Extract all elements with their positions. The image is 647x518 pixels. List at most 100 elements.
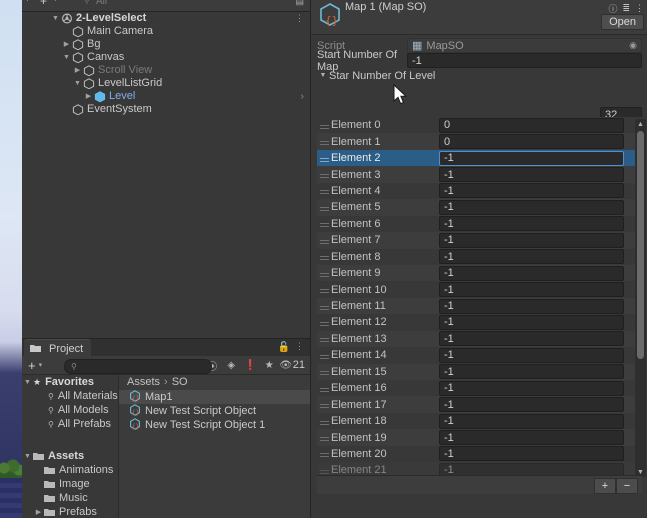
array-header-row[interactable]: ▼ Star Number Of Level bbox=[311, 68, 647, 83]
hierarchy-item-eventsystem[interactable]: EventSystem bbox=[22, 103, 310, 116]
array-element-field[interactable]: -1 bbox=[439, 397, 624, 413]
drag-handle-icon[interactable] bbox=[317, 404, 331, 406]
array-element-row[interactable]: Element 12 -1 bbox=[317, 314, 642, 331]
hierarchy-item-level[interactable]: ▶ Level › bbox=[22, 90, 310, 103]
favorite-star-icon[interactable]: ★ bbox=[260, 356, 279, 374]
array-element-row[interactable]: Element 16 -1 bbox=[317, 380, 642, 397]
open-button[interactable]: Open bbox=[601, 14, 644, 30]
array-element-row[interactable]: Element 15 -1 bbox=[317, 363, 642, 380]
array-element-row[interactable]: Element 1 0 bbox=[317, 133, 642, 150]
array-element-row[interactable]: Element 20 -1 bbox=[317, 445, 642, 463]
object-picker-icon[interactable]: ◉ bbox=[629, 40, 637, 51]
chevron-right-icon[interactable]: ▶ bbox=[83, 90, 94, 103]
array-element-field[interactable]: -1 bbox=[439, 364, 624, 380]
drag-handle-icon[interactable] bbox=[317, 206, 331, 208]
drag-handle-icon[interactable] bbox=[317, 223, 331, 225]
chevron-right-icon[interactable]: ▶ bbox=[61, 38, 72, 51]
hierarchy-item-scroll-view[interactable]: ▶ Scroll View bbox=[22, 64, 310, 77]
breadcrumb-item-so[interactable]: SO bbox=[172, 376, 188, 388]
array-element-field[interactable]: 0 bbox=[439, 117, 624, 133]
warning-icon[interactable]: ❗ bbox=[241, 356, 260, 374]
project-search-input[interactable]: ⚲ bbox=[64, 359, 212, 374]
drag-handle-icon[interactable] bbox=[317, 354, 331, 356]
kebab-menu-icon[interactable]: ⋮ bbox=[295, 342, 304, 351]
array-element-field[interactable]: -1 bbox=[439, 298, 624, 314]
array-element-row[interactable]: Element 3 -1 bbox=[317, 166, 642, 183]
drag-handle-icon[interactable] bbox=[317, 371, 331, 373]
project-asset-list[interactable]: Assets › SO {} Map1 {} New Test Script Object… bbox=[118, 375, 311, 518]
drag-handle-icon[interactable] bbox=[317, 338, 331, 340]
array-element-field[interactable]: 0 bbox=[439, 134, 624, 150]
array-element-list[interactable]: Element 0 0 Element 1 0 Element 2 -1 Element 3… bbox=[317, 117, 642, 481]
drag-handle-icon[interactable] bbox=[317, 256, 331, 258]
chevron-down-icon[interactable]: ▼ bbox=[61, 51, 72, 64]
folder-prefabs[interactable]: ▶ Prefabs bbox=[22, 505, 118, 518]
drag-handle-icon[interactable] bbox=[317, 453, 331, 455]
chevron-down-icon[interactable]: ▼ bbox=[311, 72, 329, 79]
create-asset-button[interactable]: + bbox=[28, 359, 36, 372]
project-folder-tree[interactable]: ▼ ★ Favorites ⚲ All Materials ⚲ All Models ⚲ All… bbox=[22, 375, 118, 518]
drag-handle-icon[interactable] bbox=[317, 289, 331, 291]
tab-project[interactable]: Project bbox=[24, 339, 92, 357]
chevron-right-icon[interactable]: ▶ bbox=[72, 64, 83, 77]
hierarchy-item-canvas[interactable]: ▼ Canvas bbox=[22, 51, 310, 64]
array-element-field[interactable]: -1 bbox=[439, 413, 624, 429]
breadcrumb-item-assets[interactable]: Assets bbox=[127, 376, 160, 388]
hierarchy-item-main-camera[interactable]: Main Camera bbox=[22, 25, 310, 38]
array-element-field[interactable]: -1 bbox=[439, 167, 624, 183]
drag-handle-icon[interactable] bbox=[317, 239, 331, 241]
array-element-field[interactable]: -1 bbox=[439, 249, 624, 265]
chevron-down-icon[interactable]: ▼ bbox=[22, 453, 33, 460]
drag-handle-icon[interactable] bbox=[317, 174, 331, 176]
array-element-row[interactable]: Element 9 -1 bbox=[317, 264, 642, 282]
array-element-field[interactable]: -1 bbox=[439, 347, 624, 363]
array-element-field[interactable]: -1 bbox=[439, 232, 624, 248]
array-element-row[interactable]: Element 0 0 bbox=[317, 117, 642, 134]
kebab-menu-icon[interactable]: ⋮ bbox=[295, 14, 304, 23]
array-element-field[interactable]: -1 bbox=[439, 183, 624, 199]
kebab-menu-icon[interactable]: ⋮ bbox=[635, 3, 644, 14]
remove-element-button[interactable]: − bbox=[616, 478, 638, 494]
chevron-right-icon[interactable]: › bbox=[301, 90, 304, 103]
hierarchy-item-levellistgrid[interactable]: ▼ LevelListGrid bbox=[22, 77, 310, 90]
array-element-row[interactable]: Element 13 -1 bbox=[317, 330, 642, 348]
drag-handle-icon[interactable] bbox=[317, 321, 331, 323]
hierarchy-search-input[interactable]: All bbox=[96, 0, 107, 7]
array-element-field[interactable]: -1 bbox=[439, 331, 624, 347]
favorite-all-materials[interactable]: ⚲ All Materials bbox=[22, 389, 118, 403]
folder-image[interactable]: Image bbox=[22, 477, 118, 491]
array-element-row[interactable]: Element 14 -1 bbox=[317, 347, 642, 364]
hierarchy-item-2-levelselect[interactable]: ▼ 2-LevelSelect ⋮ bbox=[22, 12, 310, 25]
asset-item[interactable]: {} New Test Script Object bbox=[119, 403, 311, 418]
scroll-up-icon[interactable]: ▲ bbox=[635, 119, 646, 129]
array-element-row[interactable]: Element 7 -1 bbox=[317, 232, 642, 249]
array-element-field[interactable]: -1 bbox=[439, 216, 624, 232]
create-asset-caret-icon[interactable]: ▾ bbox=[39, 361, 43, 369]
array-element-field[interactable]: -1 bbox=[439, 150, 624, 166]
array-element-row[interactable]: Element 2 -1 bbox=[317, 149, 642, 167]
drag-handle-icon[interactable] bbox=[317, 272, 331, 274]
array-element-row[interactable]: Element 6 -1 bbox=[317, 215, 642, 233]
assets-tree-header[interactable]: ▼ Assets bbox=[22, 449, 118, 463]
array-element-row[interactable]: Element 5 -1 bbox=[317, 199, 642, 216]
scene-view-sliver[interactable] bbox=[0, 0, 22, 518]
drag-handle-icon[interactable] bbox=[317, 305, 331, 307]
drag-handle-icon[interactable] bbox=[317, 420, 331, 422]
preset-icon[interactable]: ≣ bbox=[622, 3, 630, 14]
folder-animations[interactable]: Animations bbox=[22, 463, 118, 477]
array-element-row[interactable]: Element 4 -1 bbox=[317, 182, 642, 200]
drag-handle-icon[interactable] bbox=[317, 469, 331, 471]
drag-handle-icon[interactable] bbox=[317, 141, 331, 143]
add-object-caret-icon[interactable]: ▼ bbox=[52, 0, 59, 3]
label-icon[interactable]: ◈ bbox=[222, 356, 241, 374]
array-element-field[interactable]: -1 bbox=[439, 314, 624, 330]
array-element-row[interactable]: Element 19 -1 bbox=[317, 429, 642, 446]
chevron-down-icon[interactable]: ▼ bbox=[72, 77, 83, 90]
lock-open-icon[interactable]: 🔓 bbox=[278, 342, 290, 353]
array-element-row[interactable]: Element 11 -1 bbox=[317, 297, 642, 315]
array-element-row[interactable]: Element 10 -1 bbox=[317, 281, 642, 298]
drag-handle-icon[interactable] bbox=[317, 124, 331, 126]
array-list-scrollbar[interactable]: ▲ ▼ bbox=[635, 119, 646, 477]
drag-handle-icon[interactable] bbox=[317, 387, 331, 389]
chevron-down-icon[interactable]: ▼ bbox=[50, 12, 61, 25]
